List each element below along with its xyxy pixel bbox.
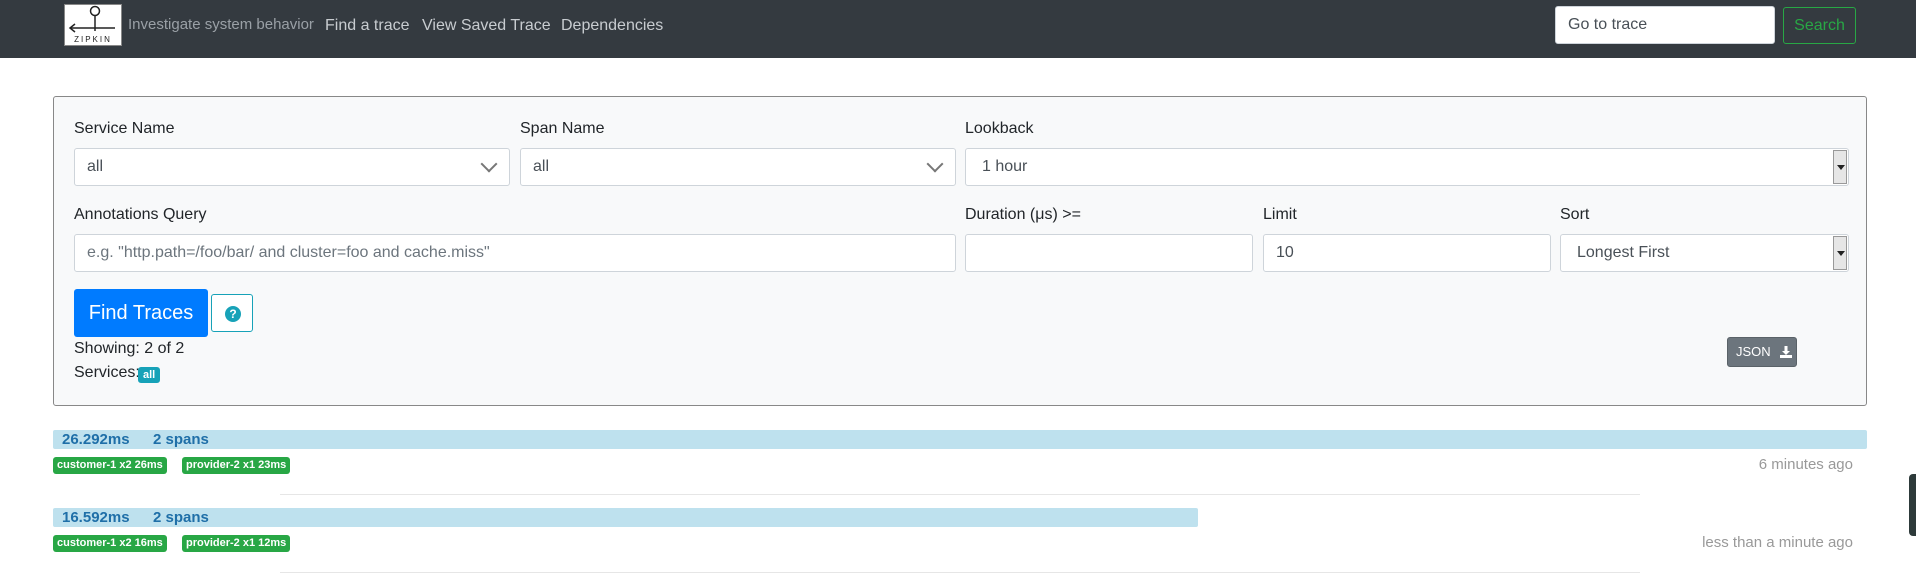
- json-button-label: JSON: [1736, 344, 1771, 359]
- logo-text: ZIPKIN: [74, 35, 112, 44]
- service-duration-badge: customer-1 x2 26ms: [53, 457, 167, 474]
- duration-label: Duration (μs) >=: [965, 206, 1081, 223]
- json-download-button[interactable]: JSON: [1727, 337, 1797, 367]
- trace-duration-bar[interactable]: 16.592ms 2 spans: [53, 508, 1198, 527]
- help-button[interactable]: ?: [211, 294, 253, 332]
- trace-duration: 26.292ms: [62, 431, 130, 448]
- select-arrow-icon[interactable]: [1833, 236, 1847, 270]
- nav-find-trace[interactable]: Find a trace: [325, 17, 409, 35]
- trace-span-count: 2 spans: [153, 509, 209, 526]
- zipkin-logo[interactable]: ZIPKIN: [64, 4, 122, 46]
- trace-duration-bar[interactable]: 26.292ms 2 spans: [53, 430, 1867, 449]
- nav-dependencies[interactable]: Dependencies: [561, 17, 663, 35]
- service-duration-badge: customer-1 x2 16ms: [53, 535, 167, 552]
- top-navbar: ZIPKIN Investigate system behavior Find …: [0, 0, 1916, 58]
- service-name-select[interactable]: all: [74, 148, 510, 186]
- service-name-label: Service Name: [74, 120, 175, 137]
- annotations-label: Annotations Query: [74, 206, 207, 223]
- sort-label: Sort: [1560, 206, 1590, 223]
- service-name-value: all: [87, 158, 104, 175]
- chevron-down-icon: [926, 155, 944, 173]
- search-panel: Service Name all Span Name all Lookback …: [53, 96, 1867, 406]
- question-circle-icon: ?: [225, 306, 241, 322]
- find-traces-button[interactable]: Find Traces: [74, 289, 208, 337]
- limit-label: Limit: [1263, 206, 1297, 223]
- service-duration-badge: provider-2 x1 12ms: [182, 535, 291, 552]
- span-name-select[interactable]: all: [520, 148, 956, 186]
- search-button[interactable]: Search: [1783, 7, 1856, 44]
- goto-trace-input[interactable]: Go to trace: [1555, 6, 1775, 44]
- tagline: Investigate system behavior: [128, 16, 314, 33]
- logo-icon: [68, 5, 115, 33]
- trace-span-count: 2 spans: [153, 431, 209, 448]
- duration-input[interactable]: [965, 234, 1253, 272]
- trace-separator: [280, 494, 1640, 495]
- trace-timestamp: less than a minute ago: [1702, 534, 1853, 551]
- showing-count: Showing: 2 of 2: [74, 340, 185, 357]
- chevron-down-icon: [480, 155, 498, 173]
- download-icon: [1780, 346, 1792, 358]
- service-badge-all[interactable]: all: [138, 367, 161, 383]
- side-panel-tab[interactable]: [1909, 474, 1916, 536]
- trace-duration: 16.592ms: [62, 509, 130, 526]
- span-name-label: Span Name: [520, 120, 605, 137]
- lookback-label: Lookback: [965, 120, 1034, 137]
- sort-select[interactable]: Longest First: [1560, 234, 1849, 272]
- lookback-value: 1 hour: [982, 158, 1028, 175]
- services-label: Services:: [74, 364, 140, 381]
- limit-input[interactable]: 10: [1263, 234, 1551, 272]
- annotations-input[interactable]: e.g. "http.path=/foo/bar/ and cluster=fo…: [74, 234, 956, 272]
- trace-timestamp: 6 minutes ago: [1758, 456, 1853, 473]
- nav-view-saved-trace[interactable]: View Saved Trace: [422, 17, 551, 35]
- span-name-value: all: [533, 158, 550, 175]
- trace-separator: [280, 572, 1640, 573]
- select-arrow-icon[interactable]: [1833, 150, 1847, 184]
- lookback-select[interactable]: 1 hour: [965, 148, 1849, 186]
- sort-value: Longest First: [1577, 244, 1670, 261]
- service-duration-badge: provider-2 x1 23ms: [182, 457, 291, 474]
